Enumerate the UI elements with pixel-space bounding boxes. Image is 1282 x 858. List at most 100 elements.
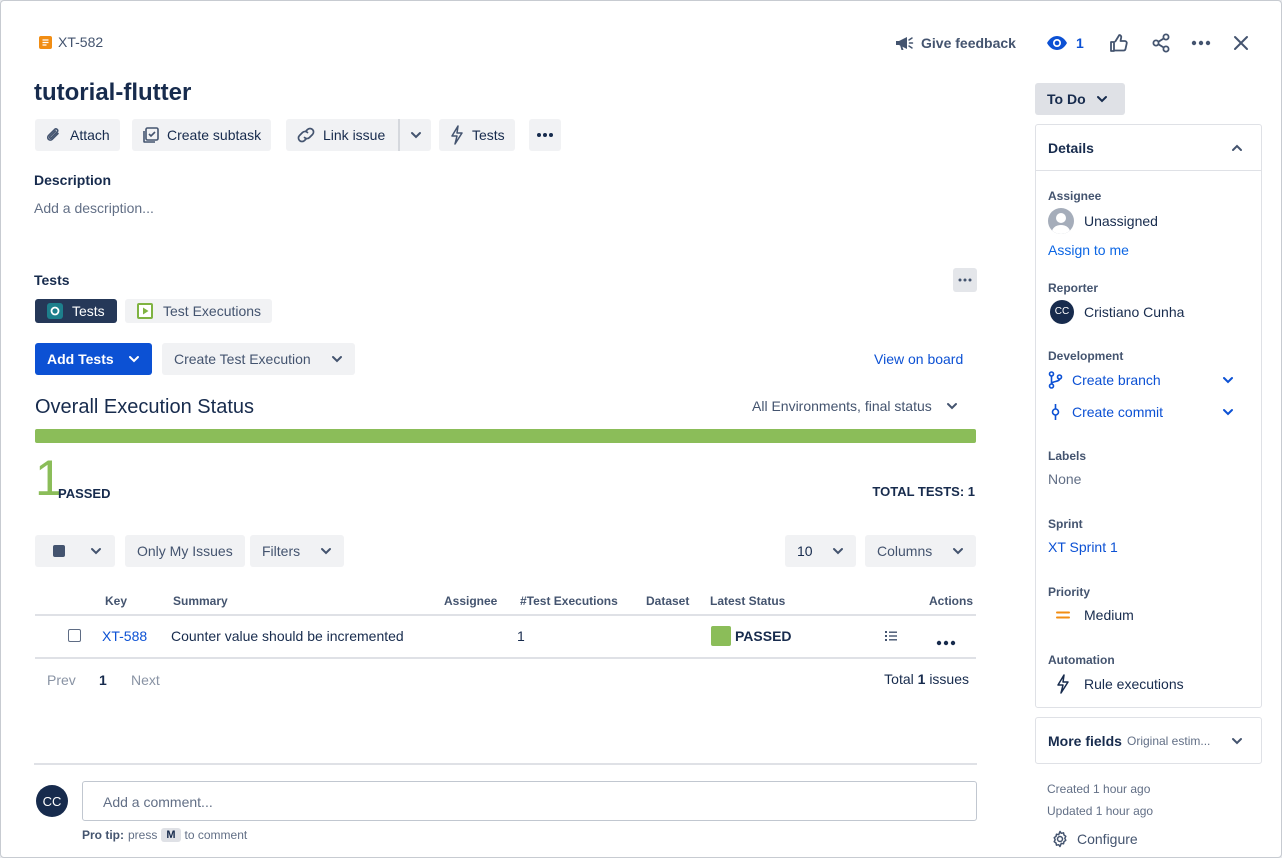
column-header-latest-status[interactable]: Latest Status bbox=[710, 594, 785, 608]
close-icon bbox=[1234, 36, 1248, 50]
progress-fill-passed bbox=[35, 429, 976, 443]
attach-label: Attach bbox=[70, 127, 110, 143]
only-my-issues-button[interactable]: Only My Issues bbox=[125, 535, 245, 567]
description-heading: Description bbox=[34, 172, 112, 188]
tests-label: Tests bbox=[472, 127, 505, 143]
chevron-down-icon bbox=[410, 132, 421, 139]
execution-progress-bar bbox=[35, 429, 976, 443]
issue-title[interactable]: tutorial-flutter bbox=[34, 79, 191, 107]
reporter-initials: CC bbox=[1054, 306, 1070, 317]
add-tests-button[interactable]: Add Tests bbox=[35, 343, 152, 375]
tests-button[interactable]: Tests bbox=[439, 119, 515, 151]
pagination-prev[interactable]: Prev bbox=[47, 672, 76, 688]
give-feedback-button[interactable]: Give feedback bbox=[894, 32, 1016, 54]
rule-executions-button[interactable]: Rule executions bbox=[1056, 674, 1184, 694]
chevron-down-icon bbox=[91, 548, 101, 555]
tests-panel-more-button[interactable] bbox=[953, 268, 977, 292]
issue-key-breadcrumb[interactable]: XT-582 bbox=[39, 34, 103, 50]
watch-button[interactable]: 1 bbox=[1046, 32, 1084, 54]
labels-label: Labels bbox=[1048, 449, 1087, 463]
select-all-checkbox[interactable] bbox=[53, 545, 65, 557]
configure-button[interactable]: Configure bbox=[1051, 830, 1138, 848]
create-test-execution-label: Create Test Execution bbox=[174, 351, 311, 367]
create-branch-label: Create branch bbox=[1072, 372, 1161, 388]
column-header-key[interactable]: Key bbox=[105, 594, 127, 608]
overall-execution-title: Overall Execution Status bbox=[35, 396, 254, 418]
only-my-issues-label: Only My Issues bbox=[137, 543, 233, 559]
tab-test-executions-label: Test Executions bbox=[163, 303, 262, 319]
status-dropdown[interactable]: To Do bbox=[1035, 83, 1125, 115]
bulk-select-dropdown[interactable] bbox=[35, 535, 115, 567]
row-latest-status: PASSED bbox=[735, 628, 792, 644]
pagination-total: Total 1 issues bbox=[884, 671, 969, 687]
unassigned-avatar-icon bbox=[1048, 208, 1074, 234]
chevron-down-icon bbox=[1096, 96, 1107, 103]
tab-test-executions[interactable]: Test Executions bbox=[125, 299, 273, 323]
view-on-board-link[interactable]: View on board bbox=[874, 351, 963, 367]
create-commit-button[interactable]: Create commit bbox=[1048, 401, 1234, 423]
give-feedback-label: Give feedback bbox=[921, 35, 1016, 51]
labels-value[interactable]: None bbox=[1048, 471, 1081, 487]
create-test-execution-button[interactable]: Create Test Execution bbox=[162, 343, 355, 375]
row-issue-key[interactable]: XT-588 bbox=[102, 628, 147, 644]
more-fields-panel[interactable]: More fields Original estim... bbox=[1035, 717, 1262, 764]
comment-divider bbox=[34, 763, 977, 765]
pro-tip-press: press bbox=[128, 828, 158, 842]
attach-button[interactable]: Attach bbox=[35, 119, 120, 151]
row-details-button[interactable] bbox=[884, 629, 898, 648]
environment-filter-dropdown[interactable]: All Environments, final status bbox=[752, 398, 958, 414]
comment-placeholder: Add a comment... bbox=[103, 794, 213, 810]
table-row: XT-588 Counter value should be increment… bbox=[35, 616, 976, 657]
comment-input[interactable]: Add a comment... bbox=[82, 781, 977, 821]
branch-icon bbox=[1048, 371, 1063, 389]
story-icon bbox=[39, 35, 52, 49]
chevron-down-icon bbox=[332, 356, 342, 363]
gear-icon bbox=[1053, 830, 1067, 848]
pagination-current-page[interactable]: 1 bbox=[99, 672, 107, 688]
priority-medium-icon bbox=[1056, 611, 1070, 619]
like-button[interactable] bbox=[1105, 29, 1133, 57]
row-more-button[interactable] bbox=[936, 633, 956, 651]
issue-key: XT-582 bbox=[58, 34, 104, 50]
chevron-down-icon bbox=[946, 403, 957, 410]
column-header-summary[interactable]: Summary bbox=[173, 594, 228, 608]
assign-to-me-link[interactable]: Assign to me bbox=[1048, 242, 1129, 258]
filters-dropdown[interactable]: Filters bbox=[250, 535, 344, 567]
automation-label: Automation bbox=[1048, 653, 1115, 667]
share-button[interactable] bbox=[1147, 29, 1175, 57]
details-header[interactable]: Details bbox=[1036, 125, 1261, 171]
columns-dropdown[interactable]: Columns bbox=[865, 535, 976, 567]
assignee-label: Assignee bbox=[1048, 189, 1102, 203]
row-checkbox[interactable] bbox=[68, 629, 81, 642]
avatar: CC bbox=[36, 785, 68, 817]
rule-executions-label: Rule executions bbox=[1084, 676, 1184, 692]
description-field[interactable]: Add a description... bbox=[34, 200, 154, 216]
toolbar-more-button[interactable] bbox=[529, 119, 561, 151]
tab-tests[interactable]: Tests bbox=[35, 299, 117, 323]
more-fields-heading: More fields bbox=[1048, 733, 1122, 749]
assignee-field[interactable]: Unassigned bbox=[1048, 208, 1158, 234]
create-subtask-button[interactable]: Create subtask bbox=[132, 119, 272, 151]
page-size-dropdown[interactable]: 10 bbox=[785, 535, 856, 567]
more-fields-subtitle: Original estim... bbox=[1127, 734, 1211, 748]
column-header-dataset[interactable]: Dataset bbox=[646, 594, 689, 608]
link-issue-dropdown[interactable] bbox=[400, 119, 431, 151]
total-count: 1 bbox=[917, 671, 926, 687]
column-header-test-executions[interactable]: #Test Executions bbox=[520, 594, 618, 608]
link-issue-button[interactable]: Link issue bbox=[286, 119, 398, 151]
pro-tip-label: Pro tip: bbox=[82, 828, 124, 842]
close-button[interactable] bbox=[1227, 29, 1255, 57]
total-suffix: issues bbox=[929, 671, 969, 687]
subtask-icon bbox=[143, 127, 159, 143]
paperclip-icon bbox=[46, 128, 59, 141]
sprint-value[interactable]: XT Sprint 1 bbox=[1048, 539, 1118, 555]
share-icon bbox=[1152, 33, 1170, 53]
chevron-down-icon bbox=[1223, 409, 1233, 416]
priority-field[interactable]: Medium bbox=[1056, 607, 1134, 623]
pagination-next[interactable]: Next bbox=[131, 672, 160, 688]
reporter-field[interactable]: CC Cristiano Cunha bbox=[1050, 300, 1184, 324]
create-branch-button[interactable]: Create branch bbox=[1048, 369, 1234, 391]
pro-tip: Pro tip: press M to comment bbox=[82, 828, 247, 842]
more-actions-button[interactable] bbox=[1187, 29, 1215, 57]
column-header-assignee[interactable]: Assignee bbox=[444, 594, 497, 608]
